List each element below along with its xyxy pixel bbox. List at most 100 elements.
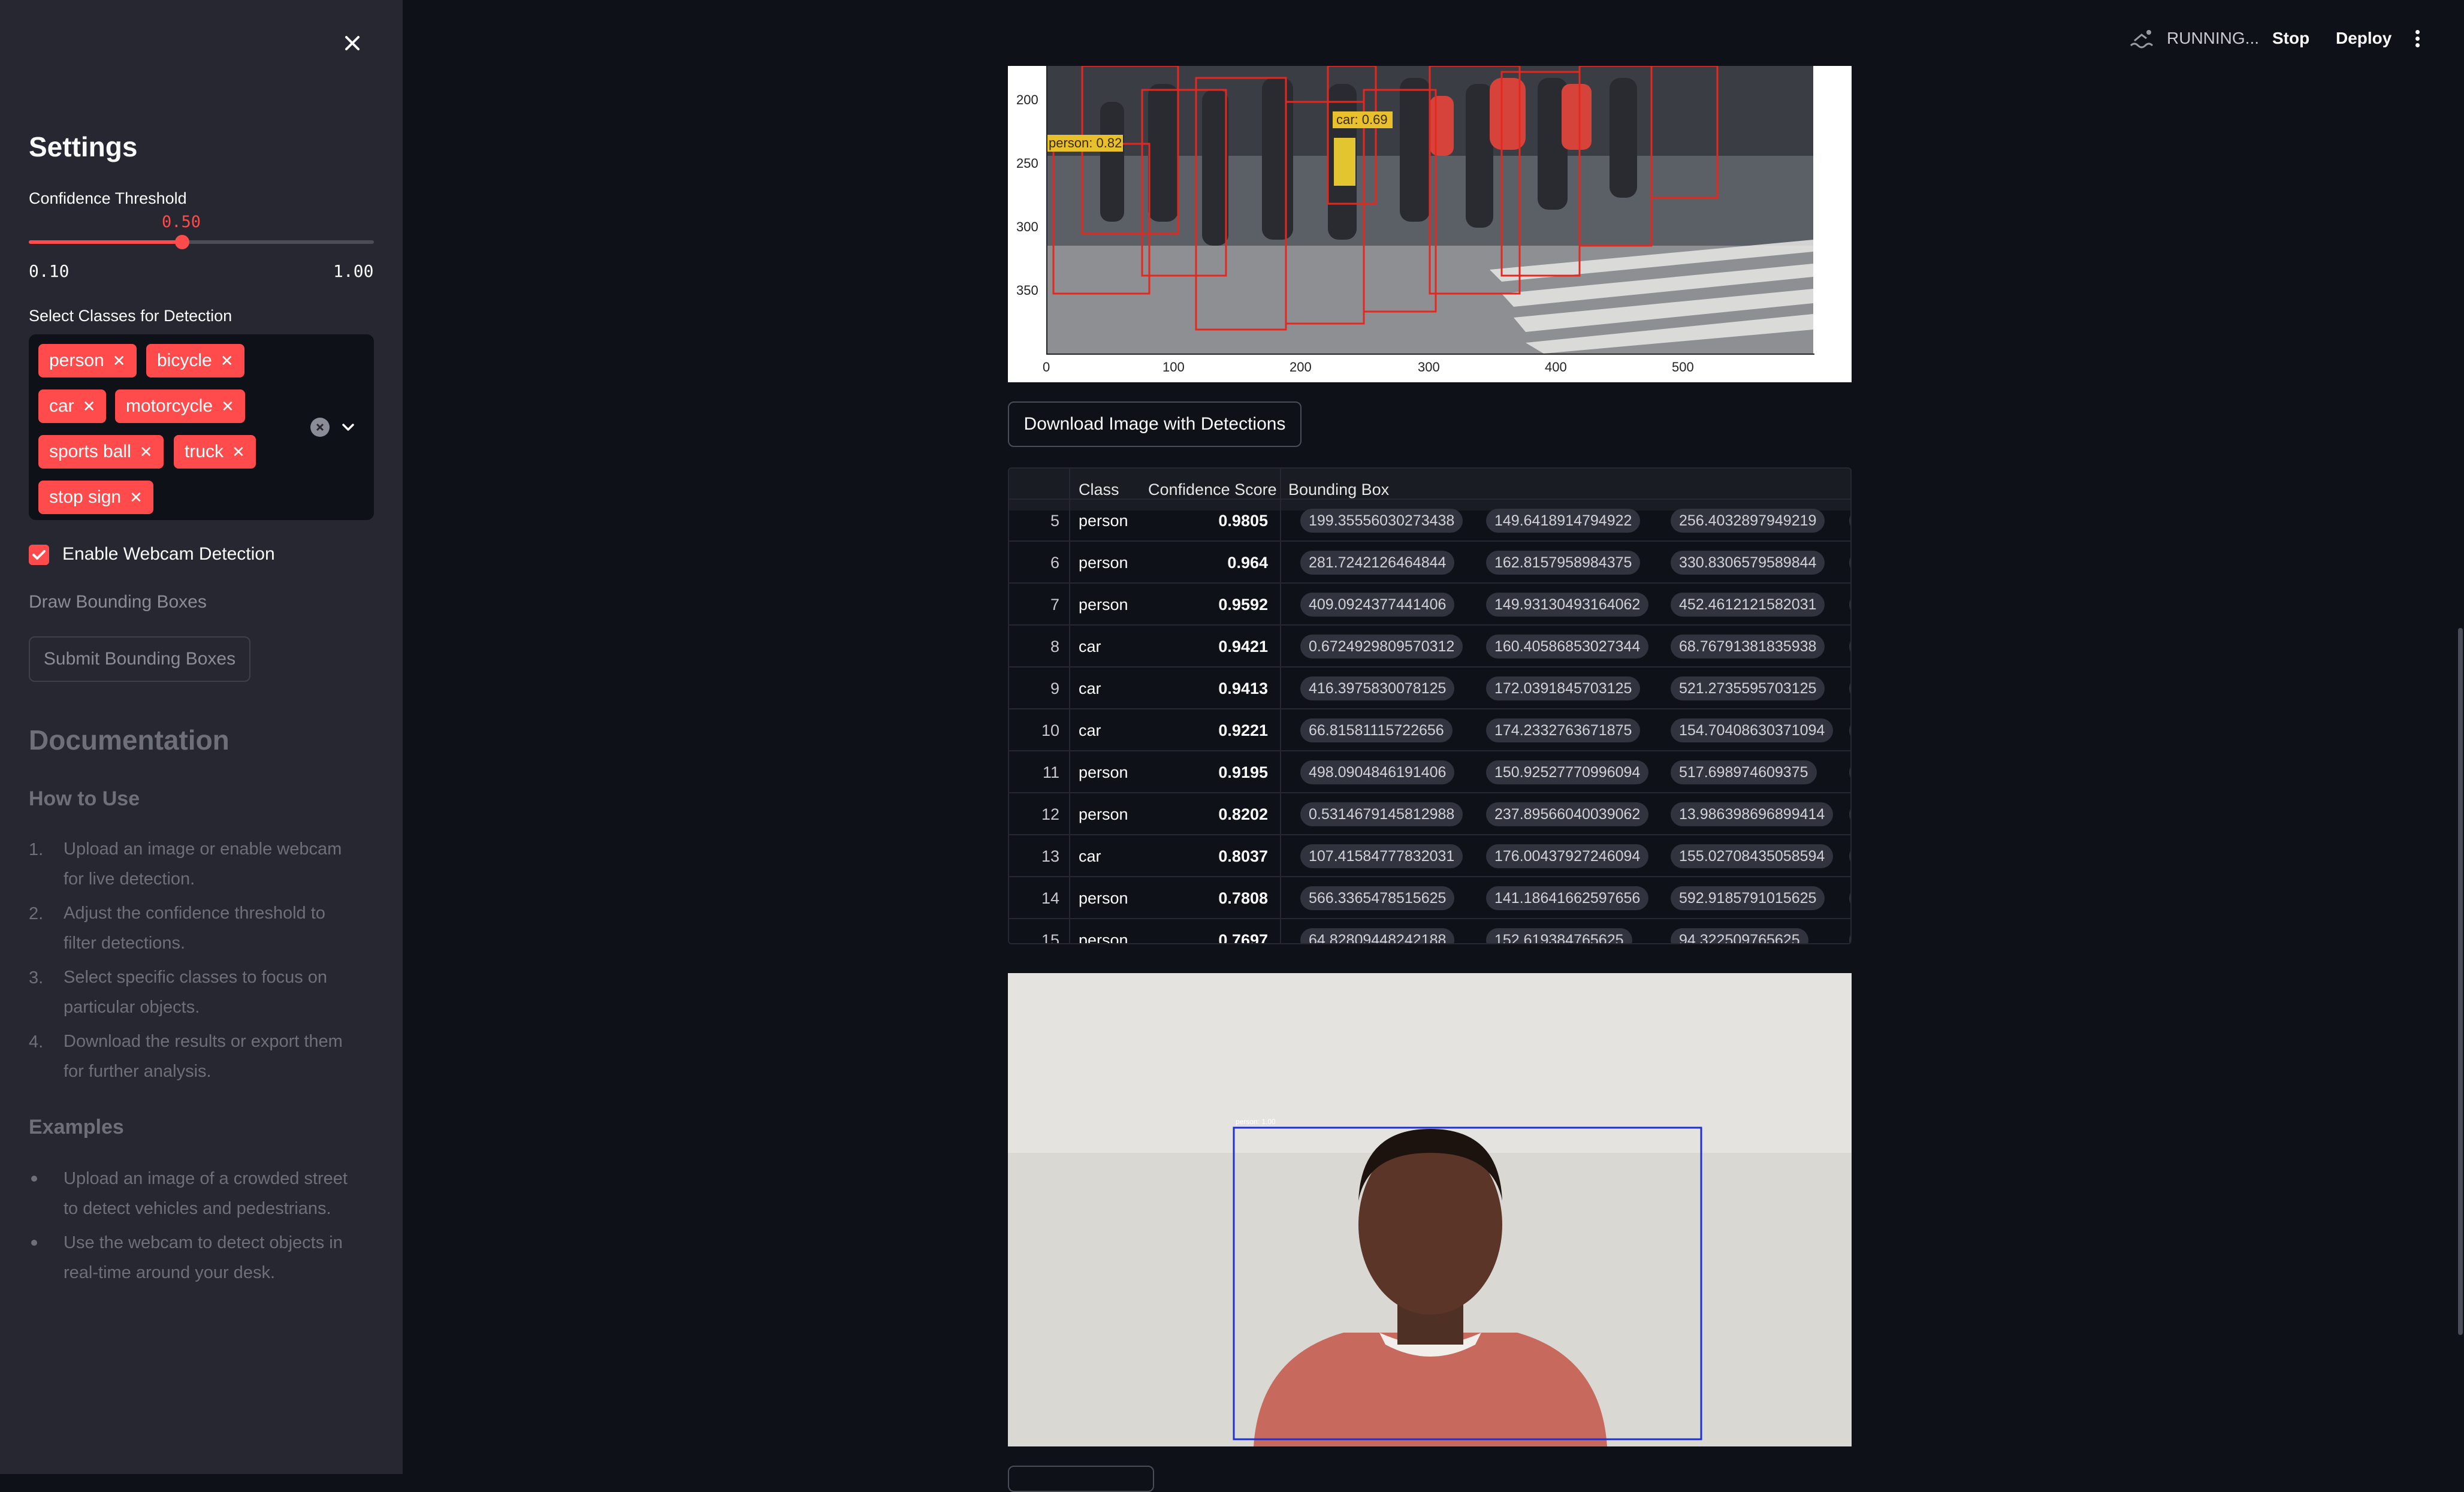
table-row[interactable]: 13 car 0.8037 107.41584777832031 176.0043792… (1009, 834, 1850, 877)
class-tag[interactable]: motorcycle ✕ (115, 389, 245, 423)
table-row[interactable]: 11 person 0.9195 498.0904846191406 150.92527… (1009, 750, 1850, 793)
kebab-menu-dot (2415, 37, 2420, 41)
bounding-box-value: 416.3975830078125 (1300, 676, 1455, 700)
bounding-box-value: 344.04 (1849, 802, 1850, 826)
table-row[interactable]: 12 person 0.8202 0.5314679145812988 237.8956… (1009, 792, 1850, 835)
step-number: 3. (29, 968, 44, 987)
row-index: 11 (1042, 763, 1059, 781)
confidence-threshold-label: Confidence Threshold (29, 189, 187, 207)
bounding-box-value: 237.89566040039062 (1486, 802, 1649, 826)
step-number: 2. (29, 904, 44, 923)
examples-title: Examples (29, 1116, 124, 1138)
bounding-box-value: 64.82809448242188 (1300, 928, 1455, 943)
slider-thumb[interactable] (174, 235, 189, 249)
confidence-cell: 0.9592 (1218, 596, 1268, 614)
class-tag[interactable]: person ✕ (38, 344, 137, 377)
table-row[interactable]: 5 person 0.9805 199.35556030273438 149.64189… (1009, 499, 1850, 542)
table-row[interactable]: 7 person 0.9592 409.0924377441406 149.931304… (1009, 582, 1850, 626)
bounding-box-value: 236.068 (1849, 635, 1850, 659)
confidence-cell: 0.9195 (1218, 763, 1268, 781)
confidence-cell: 0.7808 (1218, 889, 1268, 907)
clear-all-icon[interactable] (310, 418, 330, 437)
remove-tag-icon[interactable]: ✕ (113, 352, 126, 370)
class-tag-label: stop sign (49, 487, 122, 507)
bounding-box-value: 141.18641662597656 (1486, 886, 1649, 910)
class-tag[interactable]: sports ball ✕ (38, 435, 164, 469)
step-number: 1. (29, 840, 44, 859)
bounding-box-value: 199.35556030273438 (1300, 509, 1463, 533)
row-index: 13 (1041, 847, 1059, 865)
running-status: RUNNING... (2167, 29, 2259, 47)
stop-button[interactable]: Stop (2272, 29, 2309, 48)
step-line: Adjust the confidence threshold to (64, 904, 325, 923)
scrollbar-thumb[interactable] (2458, 628, 2463, 1335)
close-sidebar-button[interactable] (336, 26, 369, 60)
y-tick-label: 200 (1016, 92, 1038, 107)
class-cell: person (1079, 931, 1128, 944)
bounding-box-value: 331.2730 (1849, 593, 1850, 617)
sidebar: Settings Confidence Threshold 0.50 0.10 … (0, 0, 403, 1474)
main-menu-button[interactable] (2412, 26, 2422, 50)
confidence-cell: 0.9421 (1218, 638, 1268, 656)
remove-tag-icon[interactable]: ✕ (129, 488, 143, 506)
remove-tag-icon[interactable]: ✕ (140, 443, 153, 461)
class-tag[interactable]: stop sign ✕ (38, 481, 153, 514)
detection-plot: person: 0.82 car: 0.69 200 250 300 350 0… (1008, 66, 1852, 382)
bounding-box-value: 155.02708435058594 (1671, 844, 1834, 868)
detections-table[interactable]: Class Confidence Score Bounding Box 5 per… (1008, 467, 1852, 944)
next-button[interactable] (1008, 1466, 1154, 1492)
submit-bounding-boxes-button[interactable]: Submit Bounding Boxes (29, 636, 250, 682)
chevron-down-icon[interactable] (339, 418, 357, 436)
remove-tag-icon[interactable]: ✕ (221, 352, 234, 370)
checkmark-icon (32, 550, 46, 560)
remove-tag-icon[interactable]: ✕ (221, 397, 234, 415)
table-row[interactable]: 9 car 0.9413 416.3975830078125 172.039184570… (1009, 666, 1850, 709)
example-line: Upload an image of a crowded street (64, 1169, 348, 1188)
bounding-box-value: 498.0904846191406 (1300, 760, 1455, 784)
step-text: Adjust the confidence threshold to filter… (64, 898, 375, 958)
example-line: to detect vehicles and pedestrians. (64, 1199, 331, 1218)
bounding-box-value: 189.9385 (1849, 886, 1850, 910)
row-index: 7 (1050, 596, 1059, 614)
confidence-cell: 0.9805 (1218, 512, 1268, 530)
bounding-box-value: 517.698974609375 (1671, 760, 1817, 784)
bounding-box-value: 68.76791381835938 (1671, 635, 1825, 659)
table-row[interactable]: 10 car 0.9221 66.81581115722656 174.23327636… (1009, 708, 1850, 751)
download-image-button[interactable]: Download Image with Detections (1008, 401, 1302, 447)
class-cell: car (1079, 638, 1101, 656)
remove-tag-icon[interactable]: ✕ (232, 443, 245, 461)
bounding-box-value: 279.29168 (1849, 676, 1850, 700)
confidence-cell: 0.7697 (1218, 931, 1268, 944)
class-tag-label: person (49, 351, 104, 370)
step-line: Download the results or export them (64, 1032, 343, 1051)
class-cell: person (1079, 889, 1128, 907)
x-tick-label: 400 (1545, 360, 1567, 374)
webcam-checkbox[interactable] (29, 545, 49, 565)
table-row[interactable]: 6 person 0.964 281.7242126464844 162.8157958… (1009, 540, 1850, 584)
table-row[interactable]: 8 car 0.9421 0.6724929809570312 160.40586853… (1009, 624, 1850, 668)
class-cell: person (1079, 805, 1128, 823)
class-cell: person (1079, 763, 1128, 781)
class-tag[interactable]: bicycle ✕ (146, 344, 244, 377)
step-text: Upload an image or enable webcam for live… (64, 834, 375, 894)
bounding-box-value: 162.8157958984375 (1486, 551, 1641, 575)
bounding-box-value: 154.70408630371094 (1671, 718, 1834, 742)
remove-tag-icon[interactable]: ✕ (83, 397, 96, 415)
example-text: Use the webcam to detect objects in real-… (64, 1228, 375, 1288)
bounding-box-value: 0.5314679145812988 (1300, 802, 1463, 826)
documentation-title: Documentation (29, 724, 230, 756)
example-text: Upload an image of a crowded street to de… (64, 1164, 375, 1224)
row-index: 14 (1041, 889, 1059, 907)
bounding-box-value: 256.4032897949219 (1671, 509, 1825, 533)
bounding-box-value: 160.40586853027344 (1486, 635, 1649, 659)
table-row[interactable]: 14 person 0.7808 566.3365478515625 141.18641… (1009, 876, 1850, 919)
step-line: Select specific classes to focus on (64, 968, 328, 987)
table-row[interactable]: 15 person 0.7697 64.82809448242188 152.61938… (1009, 918, 1850, 944)
deploy-button[interactable]: Deploy (2336, 29, 2391, 48)
step-line: filter detections. (64, 934, 186, 953)
bounding-box-value: 94.322509765625 (1671, 928, 1808, 943)
webcam-checkbox-label[interactable]: Enable Webcam Detection (62, 544, 275, 564)
class-tag[interactable]: truck ✕ (174, 435, 256, 469)
class-tag-label: bicycle (157, 351, 212, 370)
class-tag[interactable]: car ✕ (38, 389, 107, 423)
